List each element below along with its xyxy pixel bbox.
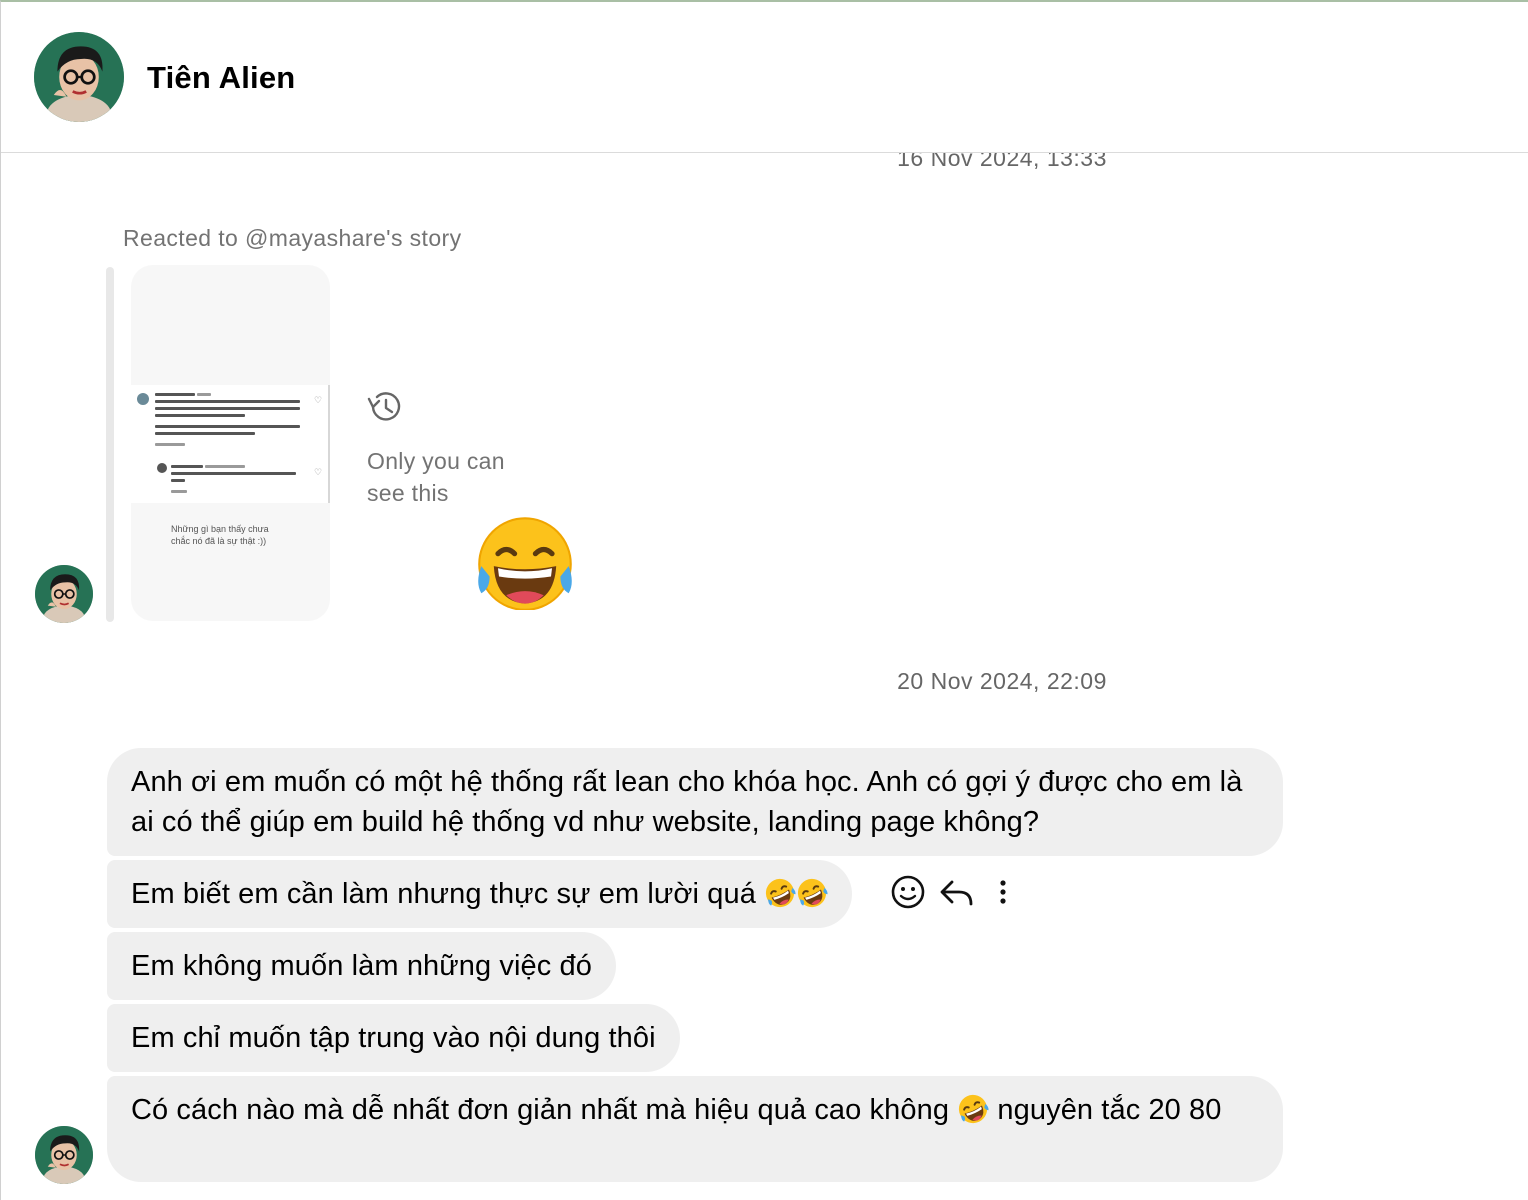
react-icon[interactable]	[889, 872, 929, 912]
rolling-on-floor-laughing-icon	[796, 877, 829, 909]
message-text: Có cách nào mà dễ nhất đơn giản nhất mà …	[131, 1094, 950, 1126]
story-caption: Những gì bạn thấy chưa chắc nó đã là sự …	[171, 524, 269, 546]
more-options-icon[interactable]	[985, 872, 1025, 912]
message-text: Anh ơi em muốn có một hệ thống rất lean …	[131, 766, 1243, 838]
only-you-notice: Only you can see this	[367, 448, 505, 506]
quote-bar	[106, 267, 114, 622]
reply-icon[interactable]	[937, 872, 977, 912]
avatar[interactable]	[35, 565, 93, 623]
message-bubble[interactable]: Em biết em cần làm nhưng thực sự em lười…	[107, 860, 853, 928]
history-clock-icon	[367, 392, 401, 421]
message-text: nguyên tắc 20 80	[997, 1094, 1222, 1126]
message-text: Em biết em cần làm nhưng thực sự em lười…	[131, 878, 756, 910]
message-text: Em chỉ muốn tập trung vào nội dung thôi	[131, 1022, 656, 1054]
message-bubble[interactable]: Em không muốn làm những việc đó	[107, 932, 616, 1000]
message-bubble[interactable]: Em chỉ muốn tập trung vào nội dung thôi	[107, 1004, 680, 1072]
story-thumbnail[interactable]: ♡ ♡ Những gì bạn thấy chưa chắc nó đã là…	[131, 265, 330, 621]
face-with-tears-of-joy-icon	[473, 514, 577, 610]
chat-header: Tiên Alien	[1, 2, 1528, 153]
message-thread[interactable]: 16 Nov 2024, 13:33 Reacted to @mayashare…	[1, 2, 1528, 1200]
story-comment-panel: ♡ ♡	[131, 385, 330, 503]
contact-name[interactable]: Tiên Alien	[147, 60, 295, 96]
rolling-on-floor-laughing-icon	[957, 1093, 990, 1125]
message-bubble[interactable]: Anh ơi em muốn có một hệ thống rất lean …	[107, 748, 1283, 856]
avatar[interactable]	[35, 1126, 93, 1184]
story-reaction-label: Reacted to @mayashare's story	[123, 225, 462, 251]
profile-photo[interactable]	[34, 32, 124, 122]
message-bubble[interactable]: Có cách nào mà dễ nhất đơn giản nhất mà …	[107, 1076, 1283, 1182]
message-text: Em không muốn làm những việc đó	[131, 950, 592, 982]
rolling-on-floor-laughing-icon	[764, 877, 797, 909]
timestamp: 20 Nov 2024, 22:09	[897, 668, 1107, 694]
chat-window: 16 Nov 2024, 13:33 Reacted to @mayashare…	[0, 0, 1528, 1200]
